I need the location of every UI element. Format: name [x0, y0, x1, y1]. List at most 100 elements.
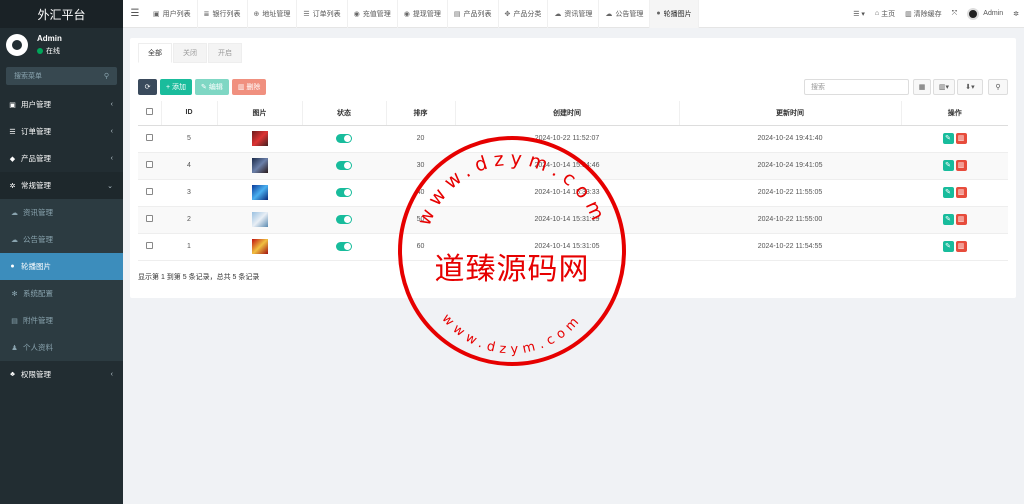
cell-updated: 2024-10-24 19:41:40	[679, 125, 901, 153]
user-panel: Admin 在线	[0, 28, 123, 62]
tabs-dropdown-button[interactable]: ☰ ▾	[848, 10, 870, 18]
home-link[interactable]: ⌂ 主页	[870, 9, 900, 19]
edit-row-icon[interactable]: ✎	[942, 187, 954, 198]
filter-tab-off[interactable]: 关闭	[173, 43, 207, 63]
cell-image[interactable]	[217, 206, 302, 234]
edit-row-icon[interactable]: ✎	[942, 241, 954, 252]
tab-carousel[interactable]: ● 轮播图片	[650, 0, 699, 28]
tab-order-list[interactable]: ☰ 订单列表	[297, 0, 348, 28]
cell-sort: 30	[386, 152, 455, 180]
status-toggle[interactable]	[302, 206, 386, 234]
tab-bank-list[interactable]: ≣ 银行列表	[198, 0, 248, 28]
delete-row-icon[interactable]: ▥	[955, 187, 967, 198]
status-toggle[interactable]	[302, 125, 386, 153]
delete-button[interactable]: ▥ 删除	[231, 79, 267, 95]
tab-recharge[interactable]: ◉ 充值管理	[348, 0, 398, 28]
svg-text:www.dzym.com: www.dzym.com	[439, 311, 586, 357]
chevron-left-icon: ‹	[110, 128, 113, 135]
chevron-down-icon: ⌄	[107, 182, 113, 190]
pencil-icon: ✎	[201, 84, 209, 91]
columns-dropdown-icon[interactable]: ▥▾	[933, 79, 955, 95]
tab-address[interactable]: ⊕ 地址管理	[248, 0, 298, 28]
cell-created: 2024-10-14 15:31:05	[455, 233, 679, 261]
tab-news[interactable]: ☁ 资讯管理	[548, 0, 600, 28]
tab-notices[interactable]: ☁ 公告管理	[599, 0, 651, 28]
status-toggle[interactable]	[302, 179, 386, 207]
settings-icon[interactable]: ✲	[1008, 10, 1024, 18]
brand-title[interactable]: 外汇平台	[0, 0, 123, 28]
sidebar-item-notices[interactable]: ☁ 公告管理	[0, 226, 123, 253]
list-icon: ☰	[303, 10, 310, 18]
sidebar-item-config[interactable]: ✻ 系统配置	[0, 280, 123, 307]
tab-withdraw[interactable]: ◉ 提现管理	[398, 0, 448, 28]
tab-user-list[interactable]: ▣ 用户列表	[147, 0, 198, 28]
tab-product-list[interactable]: ▤ 产品列表	[448, 0, 499, 28]
cloud-icon: ☁	[554, 10, 562, 18]
sidebar-item-profile[interactable]: ♟ 个人资料	[0, 334, 123, 361]
delete-row-icon[interactable]: ▥	[955, 241, 967, 252]
circle-icon: ◉	[353, 10, 360, 18]
cell-image[interactable]	[217, 152, 302, 180]
trash-icon: ▥	[905, 10, 914, 18]
add-button[interactable]: + 添加	[160, 79, 193, 95]
cell-id: 1	[161, 233, 217, 261]
database-icon: ≣	[203, 10, 210, 18]
status-toggle[interactable]	[302, 233, 386, 261]
user-icon: ▣	[153, 10, 160, 18]
search-toggle-icon[interactable]: ⚲	[988, 79, 1008, 95]
edit-button[interactable]: ✎ 编辑	[195, 79, 229, 95]
admin-menu[interactable]: Admin	[962, 7, 1008, 20]
cell-created: 2024-10-22 11:52:07	[455, 125, 679, 153]
col-header-image: 图片	[217, 101, 303, 126]
edit-row-icon[interactable]: ✎	[942, 214, 954, 225]
select-all-checkbox[interactable]	[138, 101, 162, 126]
row-checkbox[interactable]	[138, 206, 161, 234]
refresh-button[interactable]: ⟳	[138, 79, 157, 95]
status-toggle[interactable]	[302, 152, 386, 180]
avatar	[6, 34, 28, 56]
user-icon: ▣	[9, 101, 16, 109]
cell-image[interactable]	[217, 233, 302, 261]
col-header-sort[interactable]: 排序	[386, 101, 456, 126]
delete-row-icon[interactable]: ▥	[955, 160, 967, 171]
export-dropdown-icon[interactable]: ⬇▾	[957, 79, 983, 95]
delete-row-icon[interactable]: ▥	[955, 133, 967, 144]
row-checkbox[interactable]	[138, 125, 161, 153]
chevron-left-icon: ‹	[110, 101, 113, 108]
edit-row-icon[interactable]: ✎	[942, 160, 954, 171]
clear-cache-button[interactable]: ▥ 清除缓存	[900, 9, 947, 19]
table-row: 2 50 2024-10-14 15:31:19 2024-10-22 11:5…	[138, 206, 1008, 234]
cell-image[interactable]	[217, 179, 302, 207]
tab-product-category[interactable]: ✥ 产品分类	[499, 0, 549, 28]
filter-tab-all[interactable]: 全部	[138, 43, 172, 63]
box-icon: ◆	[9, 155, 16, 163]
status-filter-tabs: 全部 关闭 开启	[138, 43, 243, 63]
row-checkbox[interactable]	[138, 233, 161, 261]
delete-row-icon[interactable]: ▥	[955, 214, 967, 225]
col-header-updated: 更新时间	[679, 101, 902, 126]
online-dot-icon	[37, 48, 43, 54]
sidebar-item-users[interactable]: ▣ 用户管理 ‹	[0, 91, 123, 118]
sidebar-item-permissions[interactable]: ♣ 权限管理 ‹	[0, 361, 123, 388]
file-icon: ▤	[11, 317, 18, 325]
sidebar-item-orders[interactable]: ☰ 订单管理 ‹	[0, 118, 123, 145]
table-search-input[interactable]: 搜索	[804, 79, 909, 95]
filter-tab-on[interactable]: 开启	[208, 43, 242, 63]
sidebar-item-products[interactable]: ◆ 产品管理 ‹	[0, 145, 123, 172]
sidebar-item-attachments[interactable]: ▤ 附件管理	[0, 307, 123, 334]
content-panel: 全部 关闭 开启 ⟳ + 添加 ✎ 编辑 ▥ 删除 搜索 ▦ ▥▾ ⬇▾ ⚲ I…	[130, 38, 1016, 298]
edit-row-icon[interactable]: ✎	[942, 133, 954, 144]
menu-toggle-icon[interactable]: ☰	[123, 8, 147, 19]
sidebar-item-carousel[interactable]: ● 轮播图片	[0, 253, 123, 280]
sidebar-item-general[interactable]: ✲ 常规管理 ⌄	[0, 172, 123, 199]
cell-updated: 2024-10-22 11:54:55	[679, 233, 901, 261]
person-icon: ♟	[11, 344, 18, 352]
sidebar-item-news[interactable]: ☁ 资讯管理	[0, 199, 123, 226]
cell-image[interactable]	[217, 125, 302, 153]
menu-search-input[interactable]: 搜索菜单 ⚲	[6, 67, 117, 85]
toggle-view-icon[interactable]: ▦	[913, 79, 931, 95]
col-header-id[interactable]: ID	[161, 101, 218, 126]
row-checkbox[interactable]	[138, 152, 161, 180]
row-checkbox[interactable]	[138, 179, 161, 207]
fullscreen-icon[interactable]: ⤧	[947, 10, 963, 18]
